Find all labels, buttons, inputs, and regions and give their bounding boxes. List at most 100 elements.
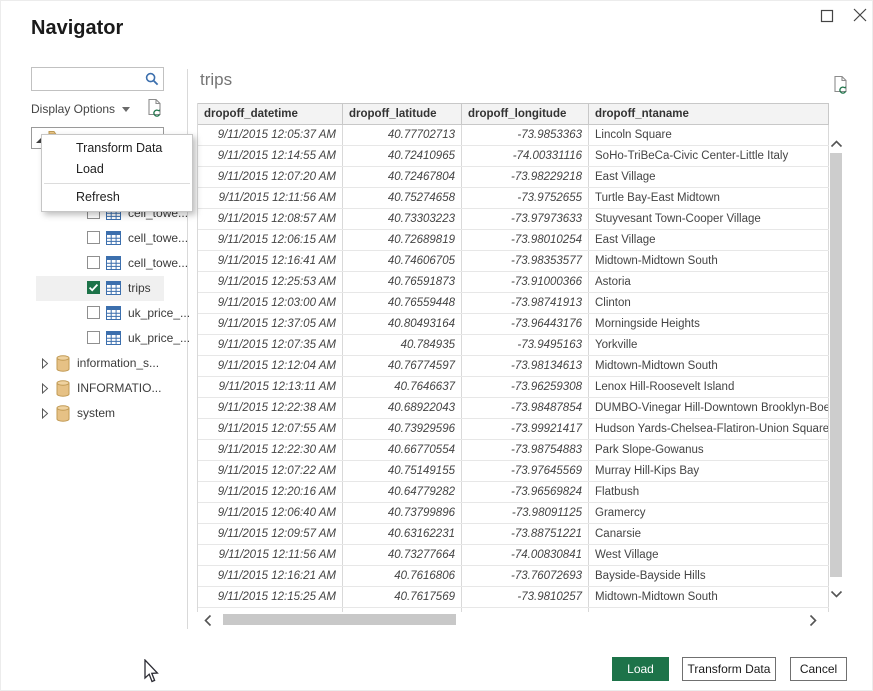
horizontal-scroll-thumb[interactable]	[223, 614, 456, 625]
menu-separator	[44, 183, 190, 184]
search-icon[interactable]	[141, 72, 163, 86]
scroll-right-icon[interactable]	[809, 614, 817, 632]
table-cell: Astoria	[589, 272, 829, 292]
table-icon	[106, 281, 121, 295]
table-cell: 9/11/2015 12:05:37 AM	[198, 125, 343, 145]
refresh-preview-button[interactable]	[832, 75, 850, 101]
tree-item-trips[interactable]: trips	[36, 276, 164, 301]
checkbox-unchecked[interactable]	[87, 231, 100, 244]
table-cell: 40.72410965	[343, 146, 462, 166]
menu-item-load[interactable]: Load	[42, 159, 192, 180]
checkbox-unchecked[interactable]	[87, 256, 100, 269]
vertical-scrollbar[interactable]	[828, 125, 845, 606]
checkbox-unchecked[interactable]	[87, 306, 100, 319]
scroll-up-icon[interactable]	[830, 135, 843, 153]
refresh-schema-button[interactable]	[146, 98, 164, 119]
table-cell: Stuyvesant Town-Cooper Village	[589, 209, 829, 229]
context-menu: Transform DataLoad Refresh	[41, 134, 193, 212]
table-cell: 9/11/2015 12:06:40 AM	[198, 503, 343, 523]
table-cell: 40.76774597	[343, 356, 462, 376]
table-cell: -73.97973633	[462, 209, 589, 229]
checkbox-checked[interactable]	[87, 281, 100, 294]
tree-item-information-s[interactable]: information_s...	[36, 351, 164, 376]
table-cell: 9/11/2015 12:22:30 AM	[198, 440, 343, 460]
table-icon	[106, 306, 121, 320]
table-cell: -73.97645569	[462, 461, 589, 481]
table-cell: 40.784935	[343, 335, 462, 355]
display-options-dropdown[interactable]: Display Options	[31, 100, 130, 118]
tree-item-cell-towe[interactable]: cell_towe...	[36, 226, 164, 251]
menu-item-refresh[interactable]: Refresh	[42, 187, 192, 208]
scroll-left-icon[interactable]	[204, 614, 212, 632]
menu-item-transform-data[interactable]: Transform Data	[42, 138, 192, 159]
document-refresh-icon	[146, 98, 164, 119]
table-row: 9/11/2015 12:06:15 AM40.72689819-73.9801…	[198, 230, 829, 251]
tree-item-informatio[interactable]: INFORMATIO...	[36, 376, 164, 401]
checkbox-unchecked[interactable]	[87, 331, 100, 344]
tree-item-cell-towe[interactable]: cell_towe...	[36, 251, 164, 276]
tree-item-label: INFORMATIO...	[77, 381, 161, 395]
table-cell: Park Slope-Gowanus	[589, 440, 829, 460]
table-row: 9/11/2015 12:12:04 AM40.76774597-73.9813…	[198, 356, 829, 377]
table-row: 9/11/2015 12:37:05 AM40.80493164-73.9644…	[198, 314, 829, 335]
transform-data-button[interactable]: Transform Data	[682, 657, 776, 681]
maximize-button[interactable]	[818, 7, 836, 25]
table-cell: Bayside-Bayside Hills	[589, 566, 829, 586]
column-header-dropoff_datetime: dropoff_datetime	[198, 104, 343, 124]
scroll-down-icon[interactable]	[830, 585, 843, 603]
table-cell: -73.98134613	[462, 356, 589, 376]
horizontal-scrollbar[interactable]	[197, 612, 828, 628]
table-cell: -73.98353577	[462, 251, 589, 271]
cancel-button[interactable]: Cancel	[790, 657, 847, 681]
tree-item-uk-price[interactable]: uk_price_...	[36, 301, 164, 326]
table-row: 9/11/2015 12:11:56 AM40.75274658-73.9752…	[198, 188, 829, 209]
table-cell: 9/11/2015 12:14:55 AM	[198, 146, 343, 166]
table-cell: 40.7616806	[343, 566, 462, 586]
table-row: 9/11/2015 12:25:53 AM40.76591873-73.9100…	[198, 272, 829, 293]
close-button[interactable]	[851, 6, 869, 24]
table-row: 9/11/2015 12:07:22 AM40.75149155-73.9764…	[198, 461, 829, 482]
table-cell: 9/11/2015 12:07:35 AM	[198, 335, 343, 355]
table-cell: 9/11/2015 12:15:25 AM	[198, 587, 343, 607]
search-box	[31, 67, 164, 91]
table-cell: 40.80493164	[343, 314, 462, 334]
table-cell: 40.76559448	[343, 293, 462, 313]
table-cell: 40.75274658	[343, 188, 462, 208]
preview-title: trips	[200, 70, 232, 90]
table-row: 9/11/2015 12:07:35 AM40.784935-73.949516…	[198, 335, 829, 356]
table-cell: -73.96259308	[462, 377, 589, 397]
table-row: 9/11/2015 12:13:11 AM40.7646637-73.96259…	[198, 377, 829, 398]
table-cell: Yorkville	[589, 335, 829, 355]
tree-item-uk-price[interactable]: uk_price_...	[36, 326, 164, 351]
vertical-scroll-thumb[interactable]	[830, 153, 842, 577]
table-cell: 9/11/2015 12:06:15 AM	[198, 230, 343, 250]
load-button[interactable]: Load	[612, 657, 669, 681]
table-cell: 40.63162231	[343, 524, 462, 544]
search-input[interactable]	[32, 72, 141, 86]
page-title: Navigator	[31, 17, 123, 40]
navigator-dialog: Navigator Display Options cell_to	[0, 0, 873, 691]
column-header-dropoff_ntaname: dropoff_ntaname	[589, 104, 829, 124]
table-cell: -74.00331116	[462, 146, 589, 166]
chevron-down-icon	[122, 107, 130, 112]
table-cell: Hudson Yards-Chelsea-Flatiron-Union Squa…	[589, 419, 829, 439]
display-options-label: Display Options	[31, 102, 115, 116]
tree-item-label: uk_price_...	[128, 306, 190, 320]
table-row: 9/11/2015 12:11:56 AM40.73277664-74.0083…	[198, 545, 829, 566]
table-cell: 40.74606705	[343, 251, 462, 271]
tree-item-label: uk_price_...	[128, 331, 190, 345]
table-cell: 40.76591873	[343, 272, 462, 292]
table-cell: DUMBO-Vinegar Hill-Downtown Brooklyn-Boe…	[589, 398, 829, 418]
table-cell: 9/11/2015 12:07:55 AM	[198, 419, 343, 439]
table-header-row: dropoff_datetimedropoff_latitudedropoff_…	[198, 103, 829, 125]
table-cell: 40.72689819	[343, 230, 462, 250]
tree-item-system[interactable]: system	[36, 401, 164, 426]
table-icon	[106, 256, 121, 270]
table-cell: Murray Hill-Kips Bay	[589, 461, 829, 481]
table-cell: 9/11/2015 12:16:21 AM	[198, 566, 343, 586]
tree-item-label: system	[77, 406, 115, 420]
table-cell: Midtown-Midtown South	[589, 251, 829, 271]
table-cell: -73.91000366	[462, 272, 589, 292]
table-cell: -73.98754883	[462, 440, 589, 460]
table-row: 9/11/2015 12:08:57 AM40.73303223-73.9797…	[198, 209, 829, 230]
